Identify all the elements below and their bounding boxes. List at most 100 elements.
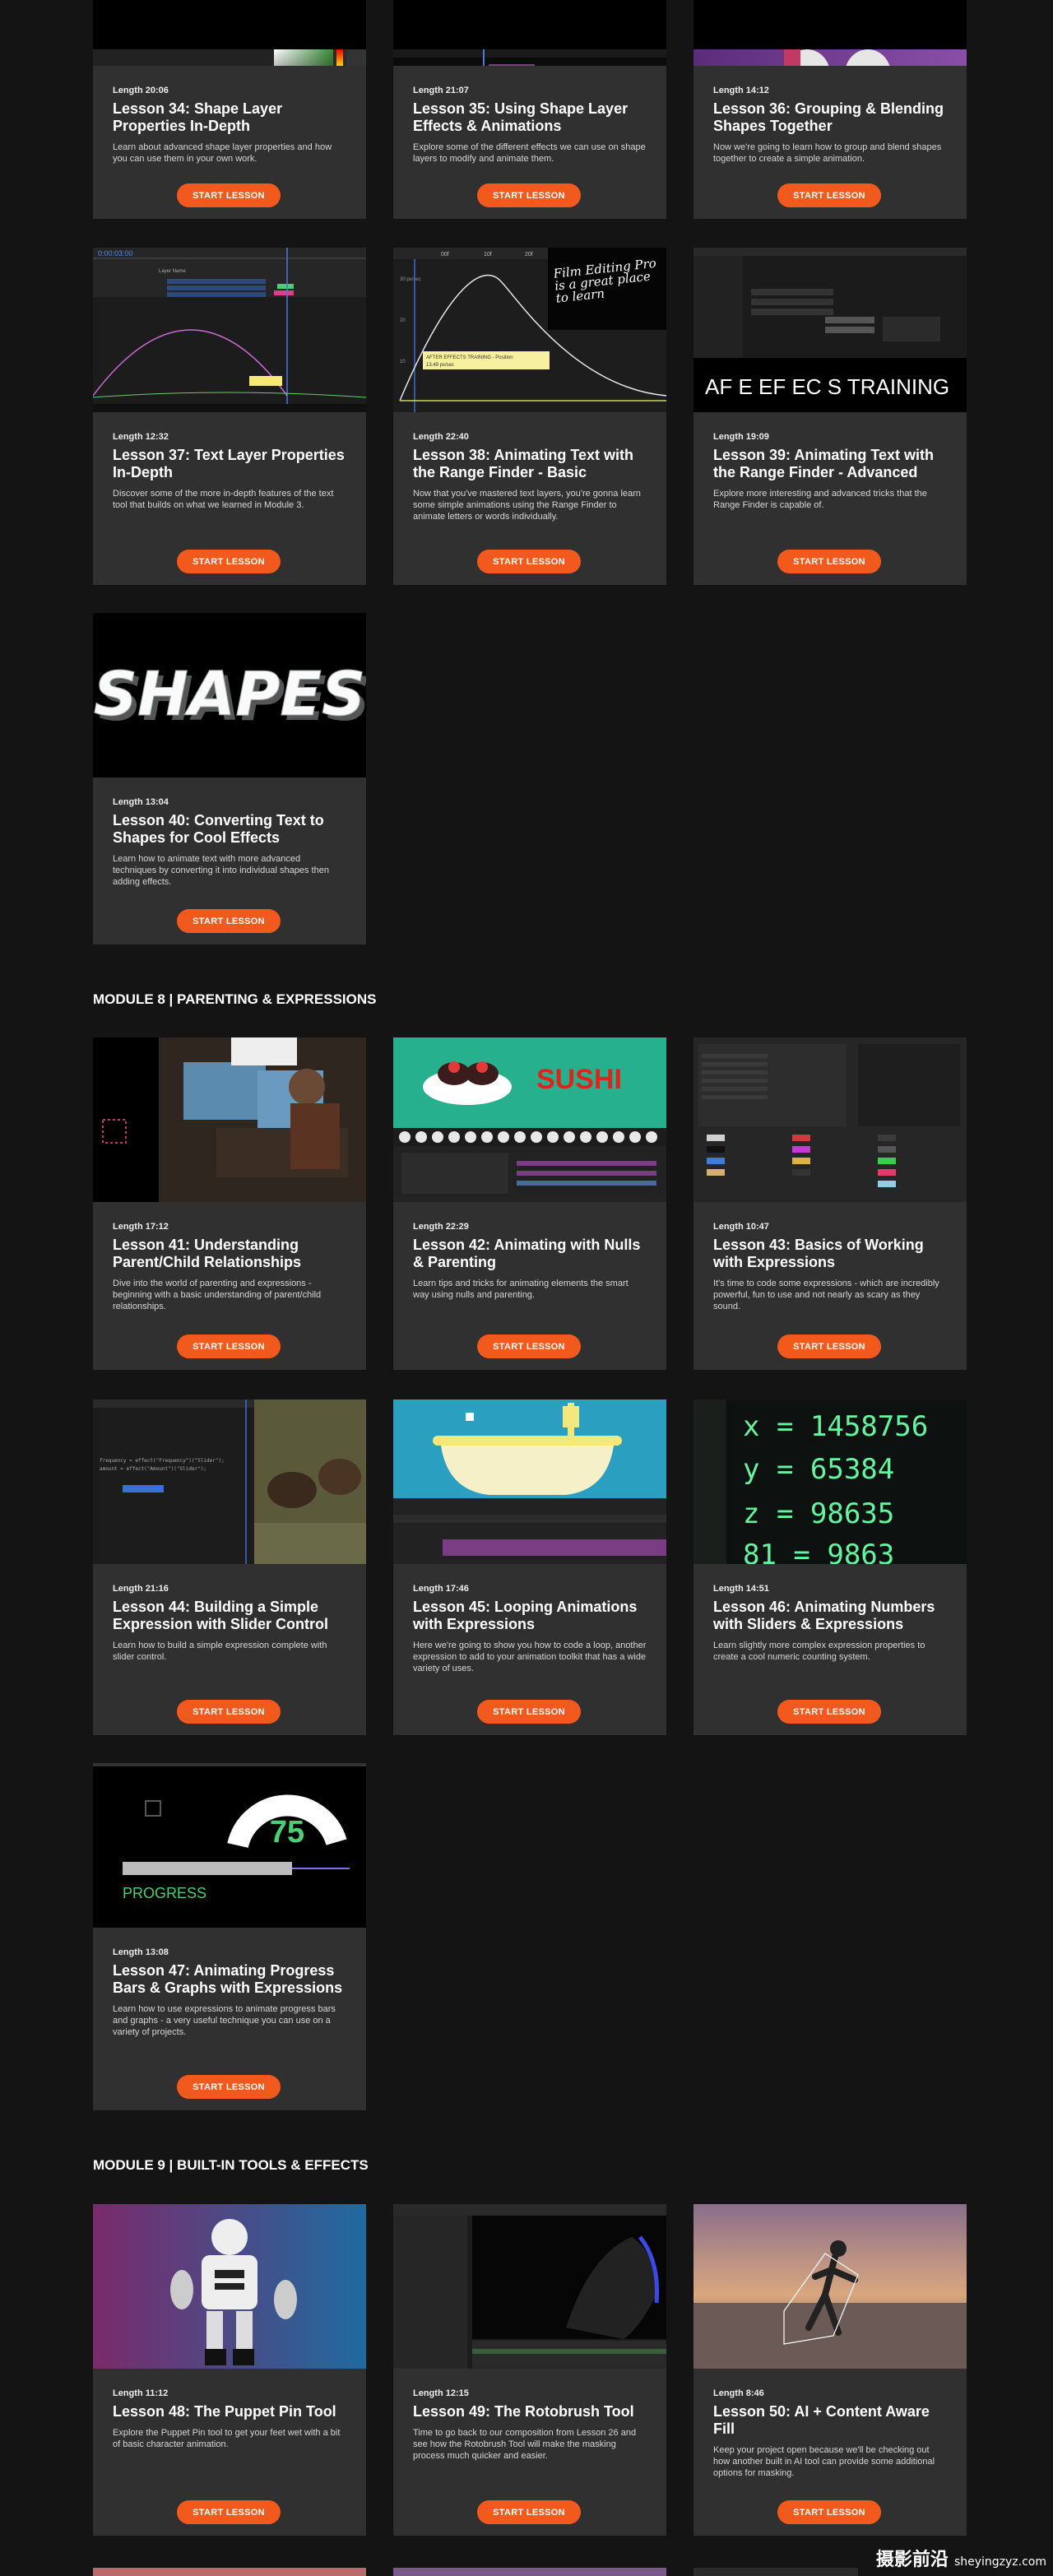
- lesson-title[interactable]: Lesson 47: Animating Progress Bars & Gra…: [113, 1962, 346, 1997]
- sushi-text: SUSHI: [536, 1064, 622, 1095]
- lesson-length: Length 12:15: [413, 2388, 469, 2398]
- start-lesson-button[interactable]: START LESSON: [177, 550, 281, 573]
- lesson-description: Time to go back to our composition from …: [413, 2428, 637, 2461]
- lesson-title[interactable]: Lesson 48: The Puppet Pin Tool: [113, 2403, 346, 2421]
- next-lesson-thumbnail-partial[interactable]: [693, 2568, 858, 2576]
- lesson-card: Length 20:06 Lesson 34: Shape Layer Prop…: [93, 0, 366, 219]
- lesson-length: Length 19:09: [713, 432, 769, 442]
- lesson-thumbnail[interactable]: AF E EF EC S TRAINING: [693, 248, 967, 412]
- lesson-title[interactable]: Lesson 37: Text Layer Properties In-Dept…: [113, 447, 346, 481]
- start-lesson-button[interactable]: START LESSON: [477, 550, 581, 573]
- lesson-thumbnail[interactable]: [393, 1399, 666, 1564]
- lesson-title[interactable]: Lesson 46: Animating Numbers with Slider…: [713, 1599, 947, 1633]
- next-lesson-thumbnail-partial[interactable]: [93, 2568, 366, 2576]
- lesson-card: 75 PROGRESS Length 13:08 Lesson 47: Anim…: [93, 1763, 366, 2110]
- lesson-thumbnail[interactable]: 00f 10f 20f 30 px/sec 20 10 AFTER EFFECT…: [393, 248, 666, 412]
- start-lesson-button[interactable]: START LESSON: [777, 550, 881, 573]
- lesson-thumbnail[interactable]: SUSHI: [393, 1037, 666, 1202]
- lesson-thumbnail[interactable]: [93, 0, 366, 66]
- lesson-description: Now we're going to learn how to group an…: [713, 142, 942, 164]
- lesson-thumbnail[interactable]: frequency = effect("Frequency")("Slider"…: [93, 1399, 366, 1564]
- lesson-title[interactable]: Lesson 50: AI + Content Aware Fill: [713, 2403, 947, 2438]
- code-line: frequency = effect("Frequency")("Slider"…: [100, 1458, 225, 1464]
- lesson-description: Learn how to animate text with more adva…: [113, 854, 329, 887]
- start-lesson-button[interactable]: START LESSON: [177, 2500, 281, 2524]
- tooltip-text: 13.49 px/sec: [426, 363, 454, 368]
- lesson-description: Explore some of the different effects we…: [413, 142, 646, 164]
- start-lesson-button[interactable]: START LESSON: [777, 2500, 881, 2524]
- timecode-label: 0:00:03:00: [98, 249, 133, 258]
- start-lesson-button[interactable]: START LESSON: [777, 1334, 881, 1358]
- lesson-thumbnail[interactable]: x = 1458756 y = 65384 z = 98635 81 = 986…: [693, 1399, 967, 1564]
- lesson-thumbnail[interactable]: 75 PROGRESS: [93, 1763, 366, 1928]
- lesson-card: Length 17:12 Lesson 41: Understanding Pa…: [93, 1037, 366, 1370]
- lesson-title[interactable]: Lesson 35: Using Shape Layer Effects & A…: [413, 100, 647, 135]
- start-lesson-button[interactable]: START LESSON: [777, 1700, 881, 1724]
- ruler-tick: 20f: [525, 252, 533, 258]
- lesson-description: Dive into the world of parenting and exp…: [113, 1279, 322, 1311]
- lesson-title[interactable]: Lesson 39: Animating Text with the Range…: [713, 447, 947, 481]
- lesson-title[interactable]: Lesson 34: Shape Layer Properties In-Dep…: [113, 100, 346, 135]
- lesson-title[interactable]: Lesson 41: Understanding Parent/Child Re…: [113, 1237, 346, 1271]
- lesson-thumbnail[interactable]: [693, 0, 967, 66]
- lesson-title[interactable]: Lesson 42: Animating with Nulls & Parent…: [413, 1237, 647, 1271]
- start-lesson-button[interactable]: START LESSON: [177, 2075, 281, 2099]
- lesson-thumbnail[interactable]: [693, 2204, 967, 2369]
- lesson-description: Learn how to build a simple expression c…: [113, 1641, 327, 1662]
- lesson-title[interactable]: Lesson 45: Looping Animations with Expre…: [413, 1599, 647, 1633]
- start-lesson-button[interactable]: START LESSON: [777, 183, 881, 207]
- lesson-card: Length 10:47 Lesson 43: Basics of Workin…: [693, 1037, 967, 1370]
- lesson-description: Learn tips and tricks for animating elem…: [413, 1279, 629, 1300]
- lesson-title[interactable]: Lesson 38: Animating Text with the Range…: [413, 447, 647, 481]
- lesson-thumbnail[interactable]: [93, 2204, 366, 2369]
- start-lesson-button[interactable]: START LESSON: [177, 1334, 281, 1358]
- lesson-title[interactable]: Lesson 44: Building a Simple Expression …: [113, 1599, 346, 1633]
- lesson-thumbnail[interactable]: [393, 0, 666, 66]
- next-lesson-thumbnail-partial[interactable]: [393, 2568, 666, 2576]
- progress-label: PROGRESS: [123, 1885, 206, 1901]
- watermark-cn: 摄影前沿: [875, 2550, 949, 2570]
- lesson-thumbnail[interactable]: SHAPES SHAPES: [93, 613, 366, 777]
- start-lesson-button[interactable]: START LESSON: [477, 2500, 581, 2524]
- start-lesson-button[interactable]: START LESSON: [477, 1334, 581, 1358]
- lesson-length: Length 13:08: [113, 1947, 169, 1957]
- y-axis-tick: 10: [400, 360, 406, 364]
- start-lesson-button[interactable]: START LESSON: [477, 1700, 581, 1724]
- lesson-length: Length 10:47: [713, 1222, 769, 1232]
- progress-value: 75: [270, 1815, 304, 1850]
- lesson-card: Length 11:12 Lesson 48: The Puppet Pin T…: [93, 2204, 366, 2536]
- lesson-length: Length 21:07: [413, 86, 469, 95]
- lesson-card: SUSHI Length 22:29 Lesson 42: Animating …: [393, 1037, 666, 1370]
- lesson-card: 0:00:03:00 Layer Name Length 12:32 Lesso…: [93, 248, 366, 585]
- lesson-length: Length 13:04: [113, 797, 169, 807]
- lesson-description: Now that you've mastered text layers, yo…: [413, 489, 641, 522]
- lesson-thumbnail[interactable]: [93, 1037, 366, 1202]
- lesson-title[interactable]: Lesson 43: Basics of Working with Expres…: [713, 1237, 947, 1271]
- lesson-length: Length 21:16: [113, 1584, 169, 1594]
- shapes-text: SHAPES: [94, 659, 366, 730]
- lesson-title[interactable]: Lesson 49: The Rotobrush Tool: [413, 2403, 647, 2421]
- lesson-thumbnail[interactable]: [393, 2204, 666, 2369]
- start-lesson-button[interactable]: START LESSON: [177, 183, 281, 207]
- lesson-length: Length 14:12: [713, 86, 769, 95]
- ruler-tick: 10f: [484, 252, 492, 258]
- lesson-description: Learn slightly more complex expression p…: [713, 1641, 925, 1662]
- puppet-robot-thumbnail-image: [93, 2204, 366, 2369]
- lesson-thumbnail[interactable]: 0:00:03:00 Layer Name: [93, 248, 366, 412]
- lesson-title[interactable]: Lesson 40: Converting Text to Shapes for…: [113, 812, 346, 847]
- lesson-title[interactable]: Lesson 36: Grouping & Blending Shapes To…: [713, 100, 947, 135]
- lesson-card: frequency = effect("Frequency")("Slider"…: [93, 1399, 366, 1735]
- animated-numbers-thumbnail-image: x = 1458756 y = 65384 z = 98635 81 = 986…: [693, 1399, 967, 1564]
- start-lesson-button[interactable]: START LESSON: [177, 909, 281, 933]
- expressions-prefs-thumbnail-image: [693, 1037, 967, 1202]
- lesson-card: Length 12:15 Lesson 49: The Rotobrush To…: [393, 2204, 666, 2536]
- sushi-thumbnail-image: SUSHI: [393, 1037, 666, 1202]
- lesson-length: Length 22:40: [413, 432, 469, 442]
- shape-effects-thumbnail-image: [393, 49, 666, 66]
- counter-line: 81 = 9863: [743, 1539, 894, 1564]
- lesson-thumbnail[interactable]: [693, 1037, 967, 1202]
- start-lesson-button[interactable]: START LESSON: [177, 1700, 281, 1724]
- start-lesson-button[interactable]: START LESSON: [477, 183, 581, 207]
- lesson-card: Length 17:46 Lesson 45: Looping Animatio…: [393, 1399, 666, 1735]
- color-picker-thumbnail-image: [93, 49, 366, 66]
